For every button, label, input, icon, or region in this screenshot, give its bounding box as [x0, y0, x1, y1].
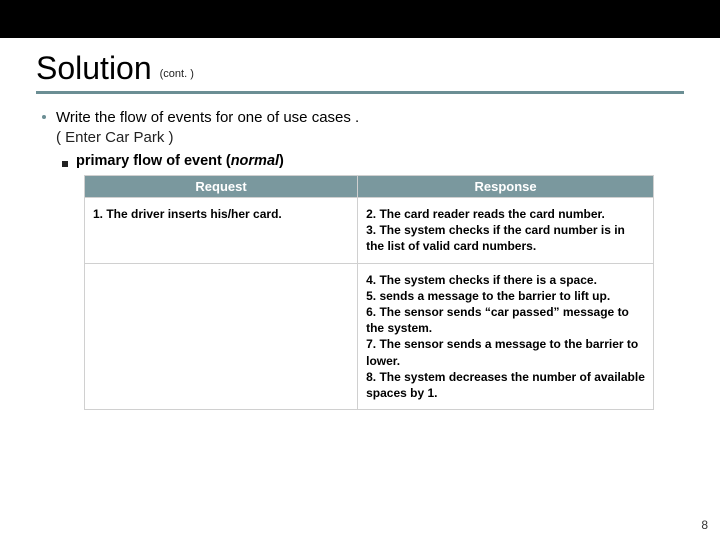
title-suffix: (cont. )	[160, 68, 194, 80]
sub-bullet-text: primary flow of event (normal)	[76, 153, 284, 169]
slide-content: Solution (cont. ) Write the flow of even…	[0, 38, 720, 410]
sub-prefix: primary flow of event (	[76, 153, 231, 169]
bullet-line2: ( Enter Car Park )	[56, 128, 359, 148]
title-row: Solution (cont. )	[36, 50, 684, 87]
cell-request-0: 1. The driver inserts his/her card.	[85, 198, 358, 264]
bullet-line1: Write the flow of events for one of use …	[56, 108, 359, 128]
sub-bullet-row: primary flow of event (normal)	[62, 153, 684, 169]
table-header-row: Request Response	[85, 176, 654, 198]
sub-suffix: )	[279, 153, 284, 169]
flow-table: Request Response 1. The driver inserts h…	[84, 175, 654, 410]
page-title: Solution	[36, 50, 152, 87]
header-response: Response	[358, 176, 654, 198]
table-row: 1. The driver inserts his/her card. 2. T…	[85, 198, 654, 264]
page-number: 8	[701, 518, 708, 532]
cell-response-1: 4. The system checks if there is a space…	[358, 263, 654, 410]
table-row: 4. The system checks if there is a space…	[85, 263, 654, 410]
square-bullet-icon	[62, 161, 68, 167]
cell-response-0: 2. The card reader reads the card number…	[358, 198, 654, 264]
top-black-bar	[0, 0, 720, 38]
bullet-dot-icon	[42, 115, 46, 119]
bullet-row: Write the flow of events for one of use …	[42, 108, 684, 147]
sub-italic: normal	[231, 153, 279, 169]
cell-request-1	[85, 263, 358, 410]
bullet-text: Write the flow of events for one of use …	[56, 108, 359, 147]
header-request: Request	[85, 176, 358, 198]
divider	[36, 91, 684, 94]
